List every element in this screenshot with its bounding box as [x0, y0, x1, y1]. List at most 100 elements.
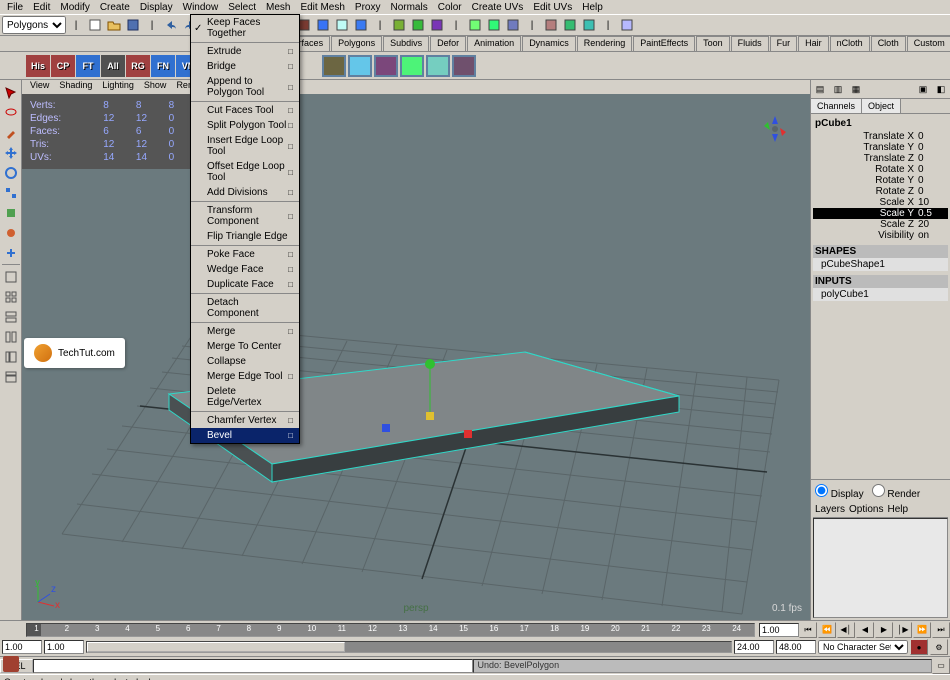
menu-item-cut-faces-tool[interactable]: Cut Faces Tool: [191, 103, 299, 118]
menu-file[interactable]: File: [2, 2, 28, 13]
cb-icon[interactable]: ▥: [829, 80, 847, 98]
soft-mod-tool[interactable]: [2, 224, 20, 242]
playback-btn-1[interactable]: ⏪: [818, 622, 836, 638]
selected-object-name[interactable]: pCube1: [813, 116, 948, 131]
range-track[interactable]: [86, 641, 732, 653]
menu-item-transform-component[interactable]: Transform Component: [191, 203, 299, 229]
render-globals-icon[interactable]: [428, 16, 446, 34]
time-slider[interactable]: 123456789101112131415161718192021222324 …: [0, 620, 950, 638]
menu-item-merge-edge-tool[interactable]: Merge Edge Tool: [191, 369, 299, 384]
open-scene-icon[interactable]: [105, 16, 123, 34]
playback-btn-3[interactable]: ◀: [856, 622, 874, 638]
playback-start-field[interactable]: [44, 640, 84, 654]
shelf-fn[interactable]: FN: [151, 55, 175, 77]
menu-mesh[interactable]: Mesh: [261, 2, 295, 13]
rotate-tool[interactable]: [2, 164, 20, 182]
render-layers-radio[interactable]: Render: [872, 484, 921, 500]
shelf-rg[interactable]: RG: [126, 55, 150, 77]
menu-item-chamfer-vertex[interactable]: Chamfer Vertex: [191, 413, 299, 428]
menu-item-extrude[interactable]: Extrude: [191, 44, 299, 59]
menu-item-merge-to-center[interactable]: Merge To Center: [191, 339, 299, 354]
layout-four[interactable]: [2, 288, 20, 306]
shelf-tab-fluids[interactable]: Fluids: [731, 36, 769, 51]
shelf-tab-hair[interactable]: Hair: [798, 36, 829, 51]
channel-scale-z[interactable]: Scale Z20: [813, 219, 948, 230]
outliner-icon[interactable]: [485, 16, 503, 34]
cb-icon[interactable]: ▣: [914, 80, 932, 98]
menu-create-uvs[interactable]: Create UVs: [467, 2, 529, 13]
menu-item-merge[interactable]: Merge: [191, 324, 299, 339]
viewport[interactable]: persp 0.1 fps yxz: [22, 94, 810, 620]
menu-proxy[interactable]: Proxy: [350, 2, 386, 13]
menu-modify[interactable]: Modify: [55, 2, 94, 13]
menu-edit-mesh[interactable]: Edit Mesh: [295, 2, 349, 13]
hypershade-icon[interactable]: [466, 16, 484, 34]
shelf-ft[interactable]: FT: [76, 55, 100, 77]
cb-icon[interactable]: ◧: [932, 80, 950, 98]
shelf-tab-animation[interactable]: Animation: [467, 36, 521, 51]
shelf-tab-toon[interactable]: Toon: [696, 36, 730, 51]
channel-rotate-y[interactable]: Rotate Y0: [813, 175, 948, 186]
shelf-icon-x2[interactable]: [400, 55, 424, 77]
menu-item-keep-faces-together[interactable]: Keep Faces Together: [191, 15, 299, 41]
menu-item-detach-component[interactable]: Detach Component: [191, 295, 299, 321]
layout-other[interactable]: [2, 368, 20, 386]
shelf-tab-polygons[interactable]: Polygons: [331, 36, 382, 51]
command-input[interactable]: [33, 659, 473, 673]
playback-btn-0[interactable]: ⏮: [799, 622, 817, 638]
channel-rotate-x[interactable]: Rotate X0: [813, 164, 948, 175]
playback-btn-6[interactable]: ⏩: [913, 622, 931, 638]
layer-menu-help[interactable]: Help: [887, 504, 908, 515]
shelf-all[interactable]: All: [101, 55, 125, 77]
channel-translate-y[interactable]: Translate Y0: [813, 142, 948, 153]
menu-normals[interactable]: Normals: [385, 2, 432, 13]
viewport-menu-show[interactable]: Show: [140, 80, 171, 94]
layout-single[interactable]: [2, 268, 20, 286]
tab-object[interactable]: Object: [862, 99, 901, 113]
snap-curve-icon[interactable]: [314, 16, 332, 34]
layer-menu-layers[interactable]: Layers: [815, 504, 845, 515]
menu-item-bevel[interactable]: Bevel: [191, 428, 299, 443]
autokey-toggle[interactable]: ●: [910, 639, 928, 655]
channel-rotate-z[interactable]: Rotate Z0: [813, 186, 948, 197]
menu-color[interactable]: Color: [433, 2, 467, 13]
shelf-icon-hre[interactable]: [322, 55, 346, 77]
move-tool[interactable]: [2, 144, 20, 162]
prefs-icon[interactable]: ⚙: [930, 639, 948, 655]
playback-btn-5[interactable]: │▶: [894, 622, 912, 638]
menu-item-poke-face[interactable]: Poke Face: [191, 247, 299, 262]
new-scene-icon[interactable]: [86, 16, 104, 34]
graph-icon[interactable]: [504, 16, 522, 34]
layout-two-h[interactable]: [2, 308, 20, 326]
menu-item-insert-edge-loop-tool[interactable]: Insert Edge Loop Tool: [191, 133, 299, 159]
playback-btn-4[interactable]: ▶: [875, 622, 893, 638]
character-set-selector[interactable]: No Character Set: [818, 640, 908, 654]
x-icon[interactable]: [542, 16, 560, 34]
menu-create[interactable]: Create: [95, 2, 135, 13]
construction-history-icon[interactable]: [618, 16, 636, 34]
shelf-icon-hand[interactable]: [452, 55, 476, 77]
layer-list[interactable]: [813, 518, 948, 618]
manip-tool[interactable]: [2, 204, 20, 222]
undo-icon[interactable]: [162, 16, 180, 34]
shelf-tab-dynamics[interactable]: Dynamics: [522, 36, 576, 51]
channel-scale-x[interactable]: Scale X10: [813, 197, 948, 208]
playback-end-field[interactable]: [734, 640, 774, 654]
shelf-tab-defor[interactable]: Defor: [430, 36, 466, 51]
channel-visibility[interactable]: Visibilityon: [813, 230, 948, 241]
shelf-tab-custom[interactable]: Custom: [907, 36, 950, 51]
y-icon[interactable]: [561, 16, 579, 34]
menu-item-split-polygon-tool[interactable]: Split Polygon Tool: [191, 118, 299, 133]
range-thumb[interactable]: [87, 642, 345, 652]
layer-menu-options[interactable]: Options: [849, 504, 883, 515]
menu-display[interactable]: Display: [135, 2, 178, 13]
shelf-tab-subdivs[interactable]: Subdivs: [383, 36, 429, 51]
view-compass-icon[interactable]: [760, 114, 790, 144]
viewport-menu-view[interactable]: View: [26, 80, 53, 94]
shelf-tab-cloth[interactable]: Cloth: [871, 36, 906, 51]
snap-point-icon[interactable]: [333, 16, 351, 34]
layout-two-v[interactable]: [2, 328, 20, 346]
menu-select[interactable]: Select: [223, 2, 261, 13]
paint-select-tool[interactable]: [2, 124, 20, 142]
channel-scale-y[interactable]: Scale Y0.5: [813, 208, 948, 219]
